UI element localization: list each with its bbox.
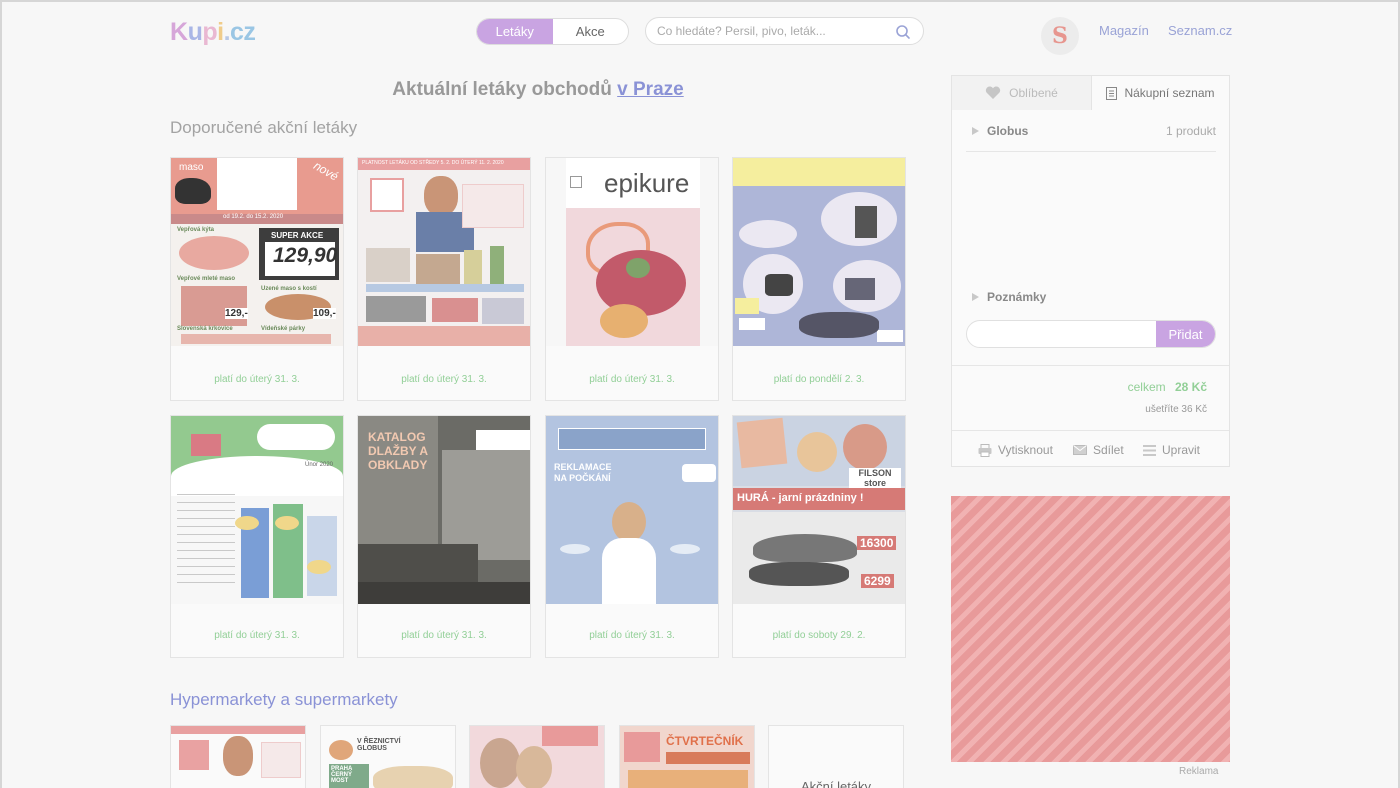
flyer-validity: platí do úterý 31. 3. [589, 630, 675, 641]
flyer-validity: platí do soboty 29. 2. [772, 630, 866, 641]
menu-icon [1143, 444, 1156, 456]
flyer-card[interactable]: PLATNOST LETÁKU OD STŘEDY 5. 2. DO ÚTERÝ… [357, 157, 531, 401]
page-title: Aktuální letáky obchodů v Praze [392, 79, 684, 100]
flyer-brand: epikure [604, 168, 690, 198]
flyer-label: Vepřové mleté maso [177, 276, 236, 282]
flyer-label: Slovenská krkovice [177, 326, 233, 332]
shopping-list-panel: Oblíbené Nákupní seznam Globus 1 produkt… [951, 75, 1230, 467]
flyer-thumbnail: Únor 2020 [171, 416, 343, 604]
recommended-heading: Doporučené akční letáky [170, 118, 358, 137]
tab-letaky[interactable]: Letáky [477, 19, 553, 44]
heart-icon [985, 86, 1001, 99]
flyer-validity: platí do úterý 31. 3. [589, 374, 675, 385]
divider [966, 151, 1216, 152]
flyer-card[interactable]: REKLAMACE NA POČKÁNÍ platí do úterý 31. … [545, 415, 719, 658]
flyer-validity: platí do úterý 31. 3. [214, 630, 300, 641]
flyer-label: Vepřová kýta [177, 227, 215, 233]
expand-icon [972, 293, 979, 301]
flyer-label: maso [179, 162, 204, 173]
tab-akce[interactable]: Akce [553, 19, 629, 44]
edit-button[interactable]: Upravit [1143, 443, 1200, 457]
flyer-card[interactable]: KATALOG DLAŽBY A OBKLADY platí do úterý … [357, 415, 531, 658]
flyer-card[interactable]: platí do pondělí 2. 3. [732, 157, 906, 401]
flyer-label: HURÁ - jarní prázdniny ! [737, 492, 864, 504]
flyer-thumbnail: maso nové od 19.2. do 15.2. 2020 Vepřová… [171, 158, 343, 346]
kupi-logo[interactable]: Kupi.cz [170, 18, 256, 47]
divider [952, 365, 1229, 366]
main-tabs: Letáky Akce [476, 18, 629, 45]
flyer-label: Vídeňské párky [261, 326, 306, 332]
flyer-card[interactable]: Únor 2020 platí do úterý 31. 3. [170, 415, 344, 658]
flyer-validity: platí do úterý 31. 3. [401, 630, 487, 641]
flyer-validity: platí do pondělí 2. 3. [773, 374, 865, 385]
flyer-date: od 19.2. do 15.2. 2020 [223, 214, 284, 220]
flyer-price: 16300 [857, 536, 897, 550]
total-price: 28 Kč [1174, 380, 1207, 394]
note-input[interactable] [977, 326, 1147, 340]
seznam-logo[interactable]: S [1041, 17, 1079, 55]
search-input[interactable] [657, 24, 887, 38]
flyer-label: ČTVRTEČNÍK [666, 734, 744, 748]
flyer-thumbnail: PLATNOST LETÁKU OD STŘEDY 5. 2. DO ÚTERÝ… [358, 158, 530, 346]
store-count: 1 produkt [1165, 124, 1216, 138]
store-row[interactable]: Globus 1 produkt [972, 124, 1216, 138]
flyer-brand: FILSON store [849, 468, 901, 488]
flyer-price: 129,90 [273, 244, 338, 267]
printer-icon [978, 443, 992, 457]
page: Kupi.cz Letáky Akce S Magazín Seznam.cz … [0, 0, 1400, 788]
expand-icon [972, 127, 979, 135]
flyer-thumbnail: epikure [546, 158, 718, 346]
more-flyers-link[interactable]: Akční letáky [768, 725, 904, 788]
flyer-label: SUPER AKCE [271, 231, 324, 240]
flyer-thumbnail: REKLAMACE NA POČKÁNÍ [546, 416, 718, 604]
flyer-label: PRAHA ČERNÝ MOST [331, 766, 353, 784]
flyer-price: 129,- [225, 308, 248, 319]
flyer-price: 6299 [861, 574, 894, 588]
hypermarket-flyer[interactable]: ČTVRTEČNÍK [619, 725, 755, 788]
share-button[interactable]: Sdílet [1073, 443, 1124, 457]
flyer-card[interactable]: FILSON store HURÁ - jarní prázdniny ! 16… [732, 415, 906, 658]
store-name: Globus [987, 124, 1029, 138]
flyer-thumbnail: KATALOG DLAŽBY A OBKLADY [358, 416, 530, 604]
flyer-price: 109,- [313, 308, 336, 319]
flyer-thumbnail [733, 158, 905, 346]
savings-text: ušetříte 36 Kč [1145, 404, 1207, 415]
tab-favorites[interactable]: Oblíbené [952, 76, 1091, 110]
flyer-label: Únor 2020 [305, 462, 334, 468]
note-input-group: Přidat [966, 320, 1216, 348]
hypermarket-flyer[interactable] [469, 725, 605, 788]
flyer-label: PLATNOST LETÁKU OD STŘEDY 5. 2. DO ÚTERÝ… [362, 160, 504, 166]
search-box [645, 17, 924, 45]
print-button[interactable]: Vytisknout [978, 443, 1053, 457]
flyer-validity: platí do úterý 31. 3. [401, 374, 487, 385]
flyer-card[interactable]: epikure platí do úterý 31. 3. [545, 157, 719, 401]
mail-icon [1073, 445, 1087, 455]
search-icon[interactable] [895, 24, 911, 40]
hypermarket-flyer[interactable]: V ŘEZNICTVÍ GLOBUS PRAHA ČERNÝ MOST [320, 725, 456, 788]
flyer-card[interactable]: maso nové od 19.2. do 15.2. 2020 Vepřová… [170, 157, 344, 401]
flyer-thumbnail: FILSON store HURÁ - jarní prázdniny ! 16… [733, 416, 905, 604]
notes-row[interactable]: Poznámky [972, 290, 1046, 304]
flyer-label: V ŘEZNICTVÍ GLOBUS [357, 738, 401, 752]
divider [952, 430, 1229, 431]
ad-label: Reklama [1179, 766, 1219, 777]
hypermarket-flyer[interactable] [170, 725, 306, 788]
location-link[interactable]: v Praze [617, 79, 684, 100]
tab-shopping-list[interactable]: Nákupní seznam [1091, 76, 1229, 110]
flyer-label: KATALOG DLAŽBY A OBKLADY [368, 430, 428, 472]
list-icon [1106, 86, 1118, 100]
total-row: celkem 28 Kč [1127, 380, 1207, 394]
hypermarkets-heading: Hypermarkety a supermarkety [170, 690, 398, 709]
flyer-label: REKLAMACE NA POČKÁNÍ [554, 462, 612, 483]
flyer-label: Uzené maso s kostí [261, 286, 317, 292]
advertisement[interactable] [951, 496, 1230, 762]
link-seznam[interactable]: Seznam.cz [1168, 23, 1232, 38]
add-note-button[interactable]: Přidat [1156, 321, 1215, 347]
link-magazin[interactable]: Magazín [1099, 23, 1149, 38]
flyer-validity: platí do úterý 31. 3. [214, 374, 300, 385]
